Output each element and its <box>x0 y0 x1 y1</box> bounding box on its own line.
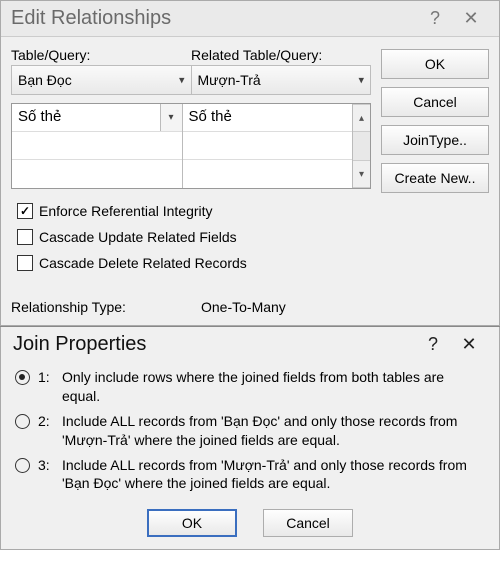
join-option-2[interactable]: 2: Include ALL records from 'Bạn Đọc' an… <box>15 412 485 450</box>
related-table-query-value: Mượn-Trả <box>198 72 261 88</box>
scroll-down-icon[interactable]: ▾ <box>353 160 370 188</box>
chevron-down-icon: ▾ <box>179 74 185 87</box>
related-table-query-label: Related Table/Query: <box>191 47 371 65</box>
join-option-num: 1: <box>38 368 54 387</box>
join-option-num: 3: <box>38 456 54 475</box>
enforce-integrity-label: Enforce Referential Integrity <box>39 203 213 219</box>
cancel-button[interactable]: Cancel <box>381 87 489 117</box>
cascade-delete-label: Cascade Delete Related Records <box>39 255 247 271</box>
edit-title: Edit Relationships <box>11 7 417 30</box>
edit-relationships-dialog: Edit Relationships ? ✕ Table/Query: Rela… <box>0 0 500 326</box>
table-query-value: Bạn Đọc <box>18 72 72 88</box>
left-field-cell[interactable]: Số thẻ ▾ <box>12 104 182 132</box>
join-option-num: 2: <box>38 412 54 431</box>
right-field-value: Số thẻ <box>189 108 232 125</box>
join-ok-button[interactable]: OK <box>147 509 237 537</box>
left-field-empty[interactable] <box>12 160 182 188</box>
join-titlebar: Join Properties ? ✕ <box>1 327 499 358</box>
related-table-query-combo[interactable]: Mượn-Trả ▾ <box>192 65 372 95</box>
cascade-update-row[interactable]: Cascade Update Related Fields <box>17 229 365 245</box>
join-option-text: Include ALL records from 'Mượn-Trả' and … <box>62 456 485 494</box>
left-field-empty[interactable] <box>12 132 182 160</box>
chevron-down-icon: ▾ <box>358 74 364 87</box>
close-icon[interactable]: ✕ <box>453 8 489 29</box>
edit-titlebar: Edit Relationships ? ✕ <box>1 1 499 37</box>
relationship-type-value: One-To-Many <box>201 299 286 315</box>
field-mapping-grid: Số thẻ ▾ Số thẻ ▴ ▾ <box>11 103 371 189</box>
join-radio-1[interactable] <box>15 370 30 385</box>
cascade-delete-checkbox[interactable] <box>17 255 33 271</box>
join-properties-dialog: Join Properties ? ✕ 1: Only include rows… <box>0 327 500 550</box>
join-option-text: Only include rows where the joined field… <box>62 368 485 406</box>
cascade-update-label: Cascade Update Related Fields <box>39 229 237 245</box>
close-icon[interactable]: ✕ <box>451 334 487 355</box>
help-icon[interactable]: ? <box>417 8 453 29</box>
cascade-update-checkbox[interactable] <box>17 229 33 245</box>
help-icon[interactable]: ? <box>415 334 451 355</box>
join-title: Join Properties <box>13 333 415 356</box>
join-cancel-button[interactable]: Cancel <box>263 509 353 537</box>
join-option-text: Include ALL records from 'Bạn Đọc' and o… <box>62 412 485 450</box>
left-field-value: Số thẻ <box>18 108 61 125</box>
enforce-integrity-checkbox[interactable] <box>17 203 33 219</box>
right-field-empty[interactable] <box>183 132 353 160</box>
join-type-button[interactable]: JoinType.. <box>381 125 489 155</box>
cascade-delete-row[interactable]: Cascade Delete Related Records <box>17 255 365 271</box>
right-field-cell[interactable]: Số thẻ <box>183 104 353 132</box>
scroll-up-icon[interactable]: ▴ <box>353 104 370 132</box>
join-radio-2[interactable] <box>15 414 30 429</box>
relationship-type-label: Relationship Type: <box>11 299 161 315</box>
grid-scrollbar[interactable]: ▴ ▾ <box>352 104 370 188</box>
create-new-button[interactable]: Create New.. <box>381 163 489 193</box>
enforce-integrity-row[interactable]: Enforce Referential Integrity <box>17 203 365 219</box>
join-option-3[interactable]: 3: Include ALL records from 'Mượn-Trả' a… <box>15 456 485 494</box>
join-radio-3[interactable] <box>15 458 30 473</box>
right-field-empty[interactable] <box>183 160 353 188</box>
join-option-1[interactable]: 1: Only include rows where the joined fi… <box>15 368 485 406</box>
chevron-down-icon[interactable]: ▾ <box>160 104 182 131</box>
ok-button[interactable]: OK <box>381 49 489 79</box>
table-query-combo[interactable]: Bạn Đọc ▾ <box>11 65 192 95</box>
table-query-label: Table/Query: <box>11 47 191 65</box>
join-options: 1: Only include rows where the joined fi… <box>1 358 499 503</box>
